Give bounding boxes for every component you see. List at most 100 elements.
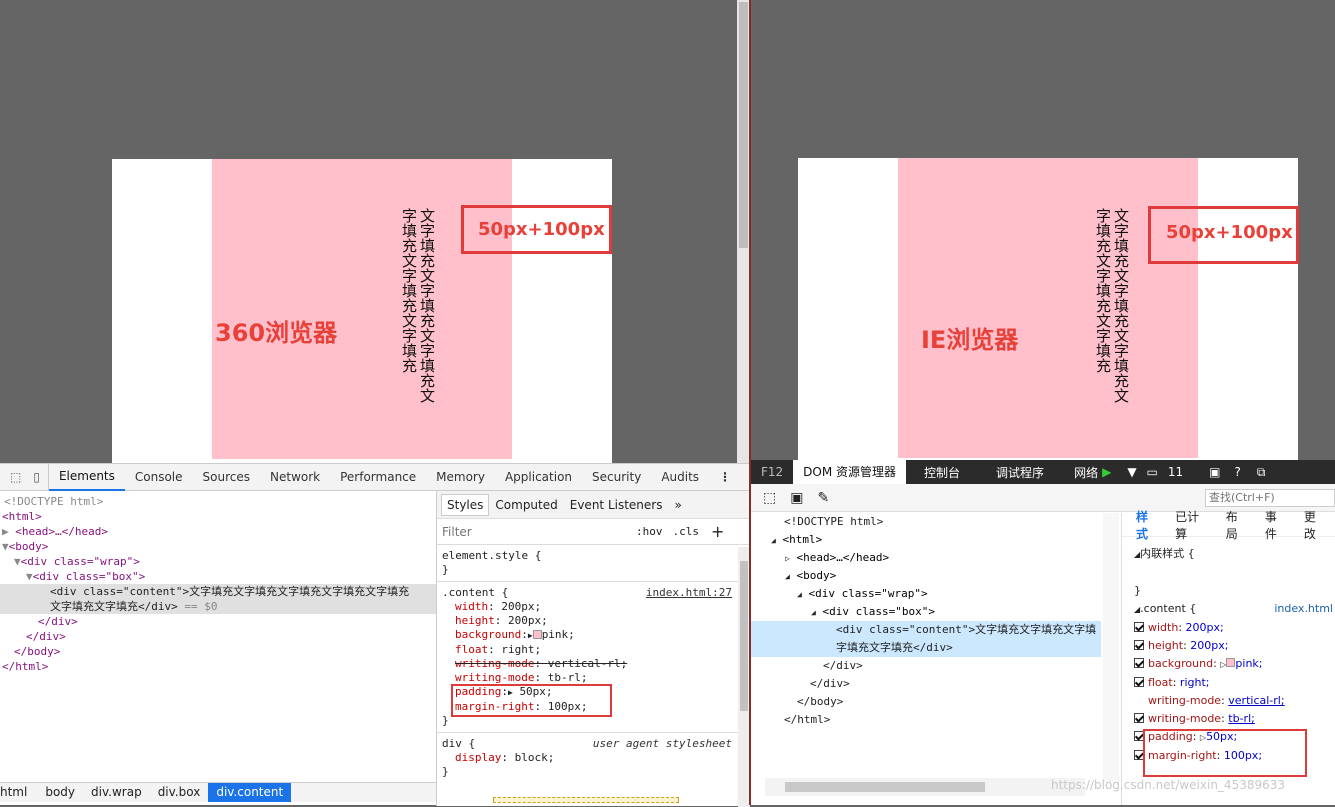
prop-row[interactable]: float: right; [1134,674,1323,692]
tab-dom-explorer[interactable]: DOM 资源管理器 [793,460,907,484]
tree-head[interactable]: ▷ <head>…</head> [751,549,1101,567]
tab-sources[interactable]: Sources [193,464,260,490]
tab-audits[interactable]: Audits [651,464,709,490]
tab-computed[interactable]: 已计算 [1167,508,1218,542]
breadcrumb-content[interactable]: div.content [208,783,292,802]
tab-event-listeners[interactable]: Event Listeners [564,498,669,512]
eyedropper-icon[interactable]: ✎ [817,490,829,506]
tab-computed[interactable]: Computed [489,498,563,512]
ua-rule: div {user agent stylesheet display: bloc… [437,733,750,783]
emulation-icon[interactable]: ▭ [1143,465,1162,479]
ua-source: user agent stylesheet [592,737,732,750]
tree-html[interactable]: <html> [0,509,436,524]
tab-network[interactable]: 网络 [1062,464,1102,481]
breadcrumb-box[interactable]: div.box [150,783,209,802]
tab-console[interactable]: 控制台 [906,464,978,481]
rule-source-link[interactable]: index.html [1274,600,1333,618]
prop-name: height [1148,639,1184,652]
prop-row[interactable]: background:▶ pink; [442,628,745,643]
tree-box[interactable]: ▼<div class="box"> [0,569,436,584]
tab-debugger[interactable]: 调试程序 [978,464,1062,481]
funnel-icon[interactable]: ▼ [1121,465,1142,479]
prop-row-overridden[interactable]: writing-mode: vertical-rl; [442,657,745,671]
tab-performance[interactable]: Performance [330,464,426,490]
more-menu-icon[interactable]: ⋮ [709,464,741,490]
tree-body-close: </body> [14,645,61,658]
prop-value: vertical-rl; [547,657,628,670]
prop-value: right; [501,643,542,656]
undock-icon[interactable]: ⧉ [1249,465,1274,480]
select-element-icon[interactable]: ⬚ [763,490,776,506]
tree-wrap[interactable]: ▼<div class="wrap"> [0,554,436,569]
hov-toggle[interactable]: :hov [636,525,663,538]
tree-html[interactable]: ◢ <html> [751,531,1101,549]
tree-head[interactable]: ▶ <head>…</head> [0,524,436,539]
padding-annotation-box [451,684,612,717]
elements-tree: <!DOCTYPE html> <html> ▶ <head>…</head> … [0,494,436,784]
prop-row-unchecked[interactable]: writing-mode: vertical-rl; [1134,692,1323,710]
tree-content-selected[interactable]: <div class="content">文字填充文字填充文字填 字填充文字填充… [751,621,1101,657]
tree-content-selected[interactable]: <div class="content">文字填充文字填充文字填充文字填充文字填… [0,584,436,614]
checkbox[interactable] [1134,658,1144,668]
content-vertical-text: 文字填充文字填充文字填充文字填充文字填充文字填充 [400,208,436,403]
tab-memory[interactable]: Memory [426,464,495,490]
prop-row[interactable]: height: 200px; [1134,637,1323,655]
prop-row[interactable]: background: ▷ pink; [1134,655,1323,674]
dom-hscrollbar[interactable] [765,778,1085,796]
more-tabs-icon[interactable]: » [668,498,687,512]
tree-box[interactable]: ◢ <div class="box"> [751,603,1101,621]
prop-name: writing-mode [1148,712,1222,725]
add-rule-icon[interactable]: + [711,522,724,541]
tree-doctype: <!DOCTYPE html> [4,495,104,508]
tab-elements[interactable]: Elements [48,463,125,491]
prop-row[interactable]: writing-mode: tb-rl; [442,671,745,685]
console-icon[interactable]: ▣ [1189,465,1226,479]
prop-name: writing-mode [1148,694,1222,707]
styles-filter-input[interactable] [442,524,622,539]
color-swatch-icon[interactable] [532,630,542,639]
breadcrumb-html[interactable]: html [0,783,37,802]
tab-events[interactable]: 事件 [1257,508,1296,542]
prop-name: writing-mode [455,671,535,684]
tab-network[interactable]: Network [260,464,330,490]
breadcrumb-wrap[interactable]: div.wrap [83,783,150,802]
tree-body[interactable]: ◢ <body> [751,567,1101,585]
tree-content-line2-text: 文字填充文字填充</div> [50,600,178,613]
device-toolbar-icon[interactable]: ▯ [25,464,49,490]
highlight-icon[interactable]: ▣ [790,490,803,506]
tree-wrap[interactable]: ◢ <div class="wrap"> [751,585,1101,603]
prop-row[interactable]: writing-mode: tb-rl; [1134,710,1323,728]
tree-html-label: <html> [782,533,823,546]
tab-console[interactable]: Console [125,464,193,490]
search-input[interactable] [1205,488,1335,507]
rule-source-link[interactable]: index.html:27 [646,586,732,600]
cls-toggle[interactable]: .cls [673,525,700,538]
tree-content-line2: 字填充文字填充</div> [836,641,953,654]
tab-changes[interactable]: 更改 [1296,508,1335,542]
tab-security[interactable]: Security [582,464,651,490]
tab-styles[interactable]: 样式 [1122,508,1167,542]
dom-vscrollbar[interactable] [1103,513,1119,783]
prop-row[interactable]: float: right; [442,643,745,657]
checkbox[interactable] [1134,713,1144,723]
inspect-icon[interactable]: ⬚ [6,464,25,490]
tree-div-close: </div> [810,677,850,690]
devtools-tabbar: ⬚ ▯ Elements Console Sources Network Per… [0,463,761,491]
checkbox[interactable] [1134,622,1144,632]
prop-row[interactable]: height: 200px; [442,614,745,628]
tree-body[interactable]: ▼<body> [0,539,436,554]
help-icon[interactable]: ? [1227,465,1249,479]
tab-layout[interactable]: 布局 [1218,508,1257,542]
checkbox[interactable] [1134,640,1144,650]
prop-row[interactable]: width: 200px; [1134,619,1323,637]
tree-wrap-label: <div class="wrap"> [20,555,140,568]
dom-tree: <!DOCTYPE html> ◢ <html> ▷ <head>…</head… [751,513,1101,783]
prop-row[interactable]: width: 200px; [442,600,745,614]
checkbox[interactable] [1134,677,1144,687]
play-icon[interactable]: ▶ [1102,465,1121,479]
tab-application[interactable]: Application [495,464,582,490]
styles-tabbar: Styles Computed Event Listeners » [437,491,750,519]
tab-styles[interactable]: Styles [441,493,490,516]
prop-value: 200px; [501,600,542,613]
breadcrumb-body[interactable]: body [37,783,83,802]
